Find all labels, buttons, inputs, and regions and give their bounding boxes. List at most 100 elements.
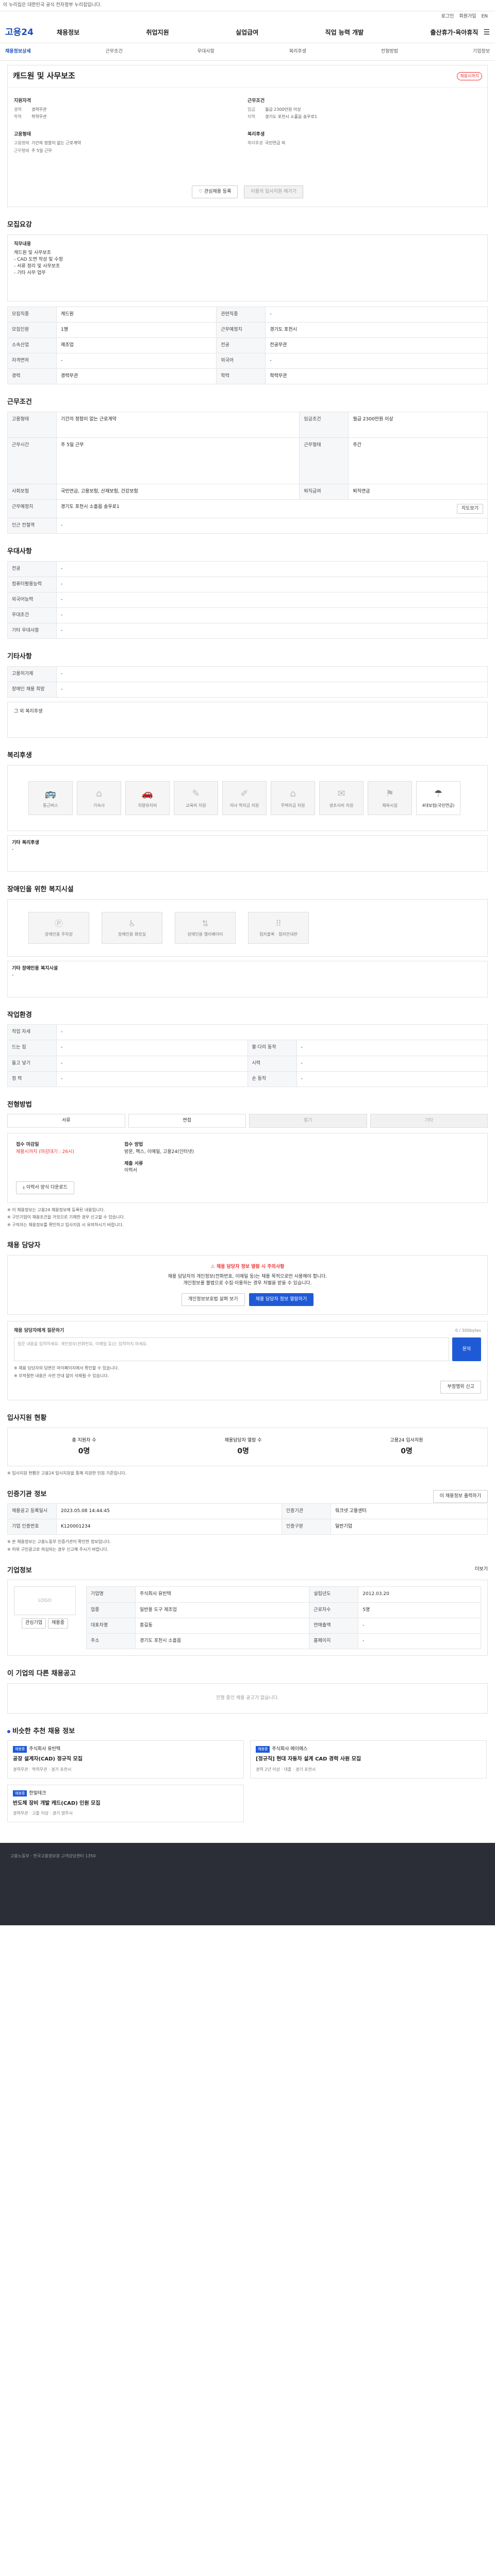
welfare-item: ⚑ 체육시설 — [368, 781, 412, 815]
table-row: 우대조건 - — [7, 607, 488, 623]
reginfo-table: 채용공고 등록일시 2023.05.08 14:44:45 인증기관 워크넷 고용센터… — [7, 1503, 488, 1535]
elevator-icon: ⇅ — [202, 919, 209, 929]
join-link[interactable]: 회원가입 — [459, 13, 476, 20]
subnav-conditions[interactable]: 근무조건 — [106, 48, 123, 55]
download-icon: ⤓ — [23, 1184, 25, 1190]
section-title: 비슷한 추천 채용 정보 — [7, 1727, 488, 1737]
gym-icon: ⚑ — [385, 788, 394, 799]
section-title: 근무조건 — [7, 398, 32, 406]
empty-message: 진행 중인 채용 공고가 없습니다. — [7, 1683, 488, 1714]
interest-button[interactable]: ♡ 관심채용 등록 — [191, 185, 238, 198]
tab-interview[interactable]: 면접 — [128, 1114, 246, 1128]
tab-document[interactable]: 서류 — [7, 1114, 125, 1128]
welfare-item: ✉ 경조사비 지원 — [319, 781, 364, 815]
welfare-section: 복리후생 🚌 통근버스 ⌂ 기숙사 🚗 차량유지비 ✎ 교육비 지원 ✐ 자녀 학자금 지… — [7, 751, 488, 872]
welfare-item: ☂ 4대보험(국민연금) — [416, 781, 460, 815]
prefer-section: 우대사항 전공 - 컴퓨터활용능력 - 외국어능력 - 우대조건 - 기타 우대사항 - — [7, 547, 488, 639]
table-row: 소속산업 제조업 전공 전공무관 — [7, 337, 488, 353]
table-row: 근무시간 주 5일 근무 근무형태 주간 — [7, 437, 488, 484]
tab-written[interactable]: 필기 — [249, 1114, 367, 1128]
recommend-card[interactable]: 채용중 주식회사 에이에스 [정규직] 현대 자동차 설계 CAD 경력 사원 모… — [250, 1740, 487, 1778]
recommend-card[interactable]: 채용중 한빛테크 반도체 장비 개발 캐드(CAD) 인원 모집 경력무관 · 고… — [7, 1784, 244, 1822]
process-tabs: 서류 면접 필기 기타 — [7, 1114, 488, 1128]
subnav-company[interactable]: 기업정보 — [473, 48, 490, 55]
stat-item: 채용담당자 열람 수 0명 — [224, 1437, 262, 1455]
gnb-menu: 채용정보 취업지원 실업급여 직업 능력 개발 출산휴가·육아휴직 — [57, 28, 483, 37]
table-row: 컴퓨터활용능력 - — [7, 576, 488, 592]
restroom-icon: ♿ — [128, 919, 136, 929]
map-button[interactable]: 지도보기 — [456, 503, 483, 514]
hiring-button[interactable]: 채용중 — [48, 1618, 68, 1629]
table-row: 기타 복리후생 - — [7, 835, 488, 872]
section-title: 작업환경 — [7, 1011, 32, 1019]
stat-item: 고용24 입사지원 0명 — [390, 1437, 423, 1455]
etc-section: 기타사항 고용허가제 - 장애인 채용 희망 - 그 외 복리후생 — [7, 652, 488, 738]
report-button[interactable]: 부정행위 신고 — [440, 1380, 481, 1394]
interest-company-button[interactable]: 관심기업 — [22, 1618, 46, 1629]
recommend-card[interactable]: 채용중 주식회사 유빈텍 공장 설계자(CAD) 정규직 모집 경력무관 · 학력… — [7, 1740, 244, 1778]
table-row: 들고 넣기 - 시력 - — [7, 1055, 488, 1072]
facility-etc-table: 기타 장애인용 복지시설 - — [7, 960, 488, 997]
job-description-box: 직무내용 캐드원 및 사무보조 - CAD 도면 작성 및 수정 - 서류 정리… — [7, 234, 488, 301]
privacy-law-button[interactable]: 개인정보보호법 살펴 보기 — [181, 1293, 245, 1307]
tab-other[interactable]: 기타 — [370, 1114, 488, 1128]
heart-icon: ♡ — [198, 189, 203, 194]
bus-icon: 🚌 — [44, 788, 57, 799]
gov-notice-text: 이 누리집은 대한민국 공식 전자정부 누리집입니다. — [3, 2, 102, 8]
section-title: 모집요강 — [7, 221, 32, 229]
section-title: 입사지원 현황 — [7, 1414, 47, 1422]
prefer-table: 전공 - 컴퓨터활용능력 - 외국어능력 - 우대조건 - 기타 우대사항 - — [7, 561, 488, 639]
stat-item: 총 지원자 수 0명 — [72, 1437, 96, 1455]
section-title: 우대사항 — [7, 547, 32, 555]
gift-icon: ✉ — [337, 788, 345, 799]
welfare-item: ✎ 교육비 지원 — [174, 781, 218, 815]
question-box: 채용 담당자에게 질문하기 0 / 300bytes 질문 내용을 입력하세요.… — [7, 1321, 488, 1400]
section-title: 기타사항 — [7, 652, 32, 660]
insurance-icon: ☂ — [434, 788, 443, 799]
gnb-item-support[interactable]: 취업지원 — [146, 28, 169, 37]
question-textarea[interactable]: 질문 내용을 입력하세요. 개인정보(전화번호, 이메일 등)는 입력하지 마세… — [14, 1337, 449, 1362]
language-link[interactable]: EN — [482, 13, 488, 20]
applicant-stats: 총 지원자 수 0명 채용담당자 열람 수 0명 고용24 입사지원 0명 — [7, 1427, 488, 1466]
gnb-item-jobs[interactable]: 채용정보 — [57, 28, 79, 37]
recommend-section: 비슷한 추천 채용 정보 채용중 주식회사 유빈텍 공장 설계자(CAD) 정규직… — [7, 1727, 488, 1822]
print-button[interactable]: 이 채용정보 출력하기 — [433, 1490, 488, 1503]
site-logo[interactable]: 고용24 — [5, 26, 57, 39]
table-row: 고용허가제 - — [7, 666, 488, 682]
emp-heading: 고용형태 — [14, 131, 31, 137]
deadline-badge: 채용시까지 — [457, 72, 482, 80]
menu-icon[interactable]: ☰ — [483, 27, 490, 38]
welfare-icon-grid: 🚌 통근버스 ⌂ 기숙사 🚗 차량유지비 ✎ 교육비 지원 ✐ 자녀 학자금 지원 ⌂ 주택… — [28, 781, 467, 815]
process-notes: ※ 이 채용정보는 고용24 채용정보에 등록된 내용입니다. ※ 구인기업이 … — [7, 1207, 125, 1227]
section-title: 기업정보 — [7, 1566, 32, 1574]
table-row: 드는 힘 - 팔·다리 동작 - — [7, 1040, 488, 1056]
table-row: 작업 자세 - — [7, 1024, 488, 1041]
table-row: 대표자명 홍길동 연매출액 - — [86, 1617, 481, 1634]
facility-item: ♿ 장애인용 화장실 — [102, 911, 162, 944]
table-row: 모집인원 1명 근무예정지 경기도 포천시 — [7, 321, 488, 338]
ask-button[interactable]: 문의 — [452, 1337, 481, 1362]
login-link[interactable]: 로그인 — [441, 13, 454, 20]
gnb-item-training[interactable]: 직업 능력 개발 — [325, 28, 364, 37]
welfare-item: 🚗 차량유지비 — [125, 781, 170, 815]
process-info-box: 접수 마감일 채용시까지 (마감대기 : 26시) ⤓ 이력서 양식 다운로드 … — [7, 1133, 488, 1203]
subnav-welfare[interactable]: 복리후생 — [289, 48, 306, 55]
parking-icon: Ⓟ — [54, 919, 63, 929]
manager-notice: ⚠ 채용 담당자 정보 열람 시 주의사항 채용 담당자의 개인정보(전화번호,… — [7, 1255, 488, 1315]
subnav-process[interactable]: 전형방법 — [381, 48, 398, 55]
table-row: 전공 - — [7, 561, 488, 577]
gnb-item-leave[interactable]: 출산휴가·육아휴직 — [431, 28, 478, 37]
subnav-prefer[interactable]: 우대사항 — [197, 48, 214, 55]
table-row: 청 력-손 동작 - — [7, 1071, 488, 1087]
company-table: 기업명 주식회사 유빈텍 설립년도 2012.03.20 업종 일반용 도구 제조업 근로… — [86, 1586, 481, 1649]
gnb-item-unemployment[interactable]: 실업급여 — [236, 28, 258, 37]
company-more-link[interactable]: 더보기 — [475, 1566, 488, 1580]
subnav-detail[interactable]: 채용정보상세 — [5, 48, 31, 55]
apply-button[interactable]: 이용의 입사지원 해가기 — [244, 185, 304, 198]
manager-section: 채용 담당자 ⚠ 채용 담당자 정보 열람 시 주의사항 채용 담당자의 개인정… — [7, 1241, 488, 1400]
qual-heading: 지원자격 — [14, 98, 31, 104]
table-row: 장애인 채용 희망 - — [7, 681, 488, 698]
view-manager-button[interactable]: 채용 담당자 정보 열람하기 — [249, 1293, 314, 1307]
resume-download-button[interactable]: ⤓ 이력서 양식 다운로드 — [16, 1181, 75, 1194]
education-icon: ✎ — [192, 788, 200, 799]
